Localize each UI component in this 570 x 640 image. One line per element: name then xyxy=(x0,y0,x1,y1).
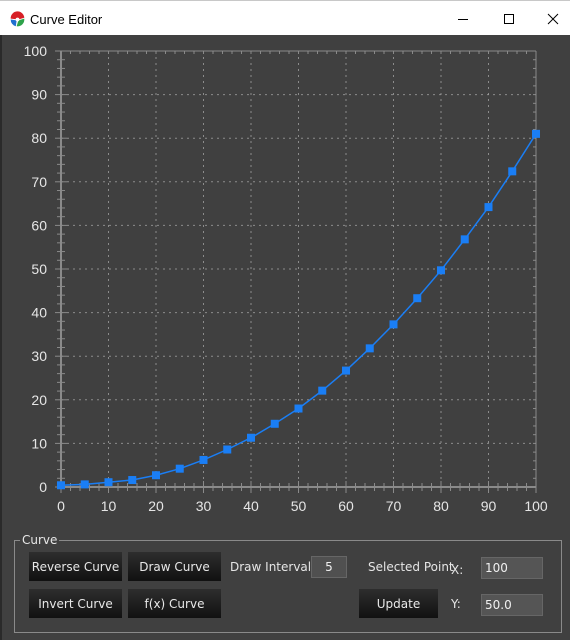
x-tick-label: 70 xyxy=(386,498,402,514)
grid xyxy=(61,51,536,487)
maximize-button[interactable] xyxy=(486,1,532,36)
data-point[interactable] xyxy=(318,386,327,395)
y-tick-label: 20 xyxy=(31,392,47,408)
y-value-input[interactable]: 50.0 xyxy=(481,594,543,616)
data-point[interactable] xyxy=(460,235,469,244)
app-icon xyxy=(10,11,25,27)
draw-interval-label: Draw Interval xyxy=(230,560,312,574)
x-tick-label: 40 xyxy=(243,498,259,514)
data-point[interactable] xyxy=(508,167,517,176)
y-tick-label: 10 xyxy=(31,435,47,451)
y-tick-label: 0 xyxy=(39,479,47,495)
data-point[interactable] xyxy=(294,404,303,413)
data-point[interactable] xyxy=(175,464,184,473)
data-point[interactable] xyxy=(247,433,255,442)
data-point[interactable] xyxy=(199,455,208,464)
data-point[interactable] xyxy=(532,129,540,138)
x-value-input[interactable]: 100 xyxy=(481,557,543,579)
data-point[interactable] xyxy=(484,203,493,212)
y-tick-label: 30 xyxy=(31,348,47,364)
data-point[interactable] xyxy=(342,366,350,375)
close-icon xyxy=(547,13,559,24)
invert-curve-button[interactable]: Invert Curve xyxy=(29,589,122,618)
minimize-icon xyxy=(458,18,468,20)
data-point[interactable] xyxy=(413,294,422,303)
x-tick-label: 30 xyxy=(196,498,212,514)
window-title: Curve Editor xyxy=(30,12,103,27)
data-point[interactable] xyxy=(128,476,137,485)
x-tick-label: 80 xyxy=(433,498,449,514)
reverse-curve-button[interactable]: Reverse Curve xyxy=(29,552,122,581)
draw-curve-button[interactable]: Draw Curve xyxy=(128,552,221,581)
x-tick-label: 50 xyxy=(291,498,307,514)
x-tick-label: 100 xyxy=(524,498,548,514)
title-bar: Curve Editor xyxy=(0,0,570,35)
data-point[interactable] xyxy=(389,320,398,329)
close-button[interactable] xyxy=(530,1,570,36)
data-point[interactable] xyxy=(104,478,113,487)
draw-interval-input[interactable]: 5 xyxy=(311,556,347,578)
x-tick-label: 60 xyxy=(338,498,354,514)
maximize-icon xyxy=(504,13,514,24)
x-label: X: xyxy=(451,563,464,577)
y-label: Y: xyxy=(451,597,461,611)
data-point[interactable] xyxy=(223,445,232,454)
data-point[interactable] xyxy=(80,480,89,489)
selected-point-label: Selected Point xyxy=(368,560,454,574)
y-tick-label: 60 xyxy=(31,217,47,233)
x-tick-label: 0 xyxy=(57,498,65,514)
x-tick-label: 20 xyxy=(148,498,164,514)
data-point[interactable] xyxy=(152,471,160,480)
y-tick-label: 50 xyxy=(31,261,47,277)
curve-groupbox-title: Curve xyxy=(20,532,60,548)
data-point[interactable] xyxy=(57,481,65,490)
fx-curve-button[interactable]: f(x) Curve xyxy=(128,589,221,618)
y-tick-label: 100 xyxy=(24,43,48,59)
y-tick-label: 80 xyxy=(31,130,47,146)
data-point[interactable] xyxy=(365,344,374,353)
data-point[interactable] xyxy=(437,266,445,275)
x-tick-label: 90 xyxy=(481,498,497,514)
minimize-button[interactable] xyxy=(440,1,486,36)
y-tick-label: 40 xyxy=(31,305,47,321)
axes xyxy=(55,50,537,493)
x-tick-label: 10 xyxy=(101,498,117,514)
curve-chart[interactable]: 0 10 20 30 40 50 60 70 80 90 100 0 10 20 30 40 50 60 70 80 9… xyxy=(0,35,570,525)
update-button[interactable]: Update xyxy=(359,589,438,618)
y-tick-label: 70 xyxy=(31,174,47,190)
y-tick-label: 90 xyxy=(31,87,47,103)
data-point[interactable] xyxy=(270,419,279,428)
